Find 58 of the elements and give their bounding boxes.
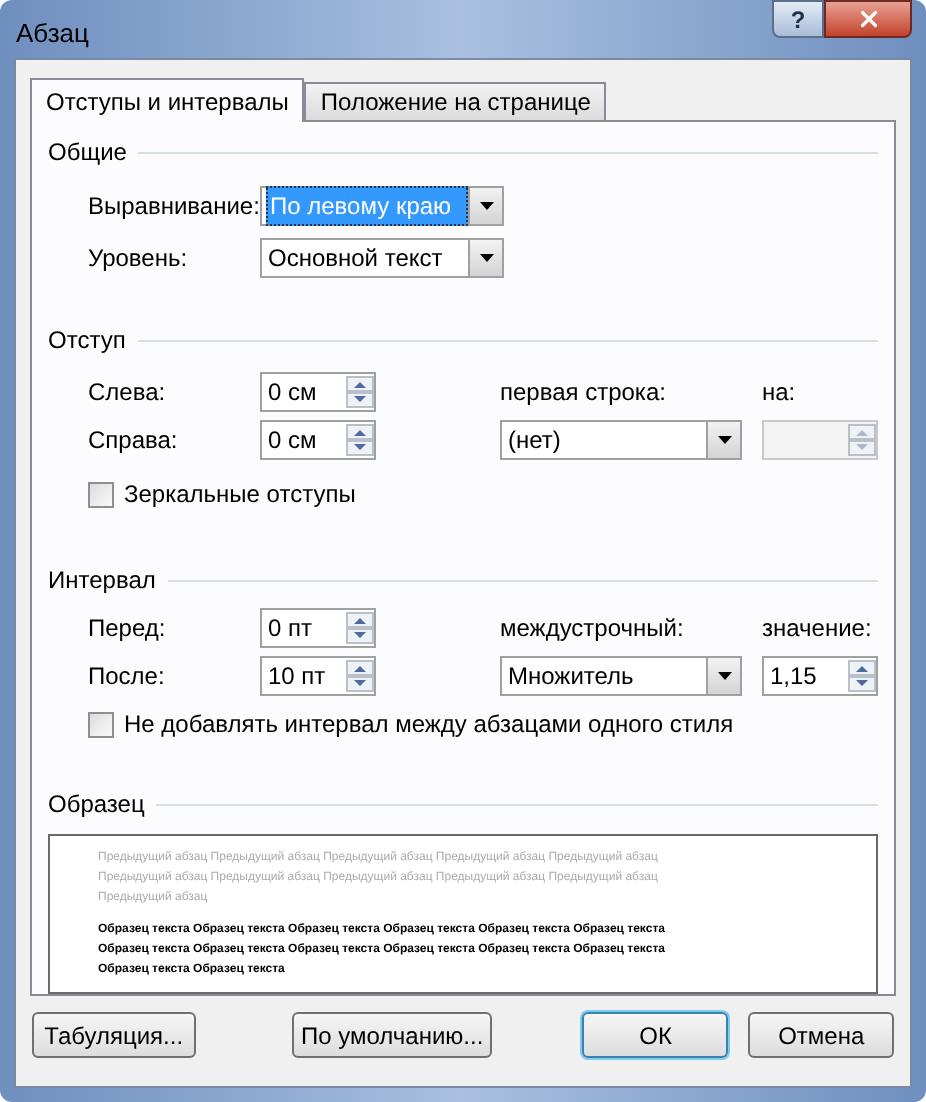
section-title: Образец <box>48 788 145 822</box>
spin-value: 0 см <box>268 376 319 410</box>
spin-arrows-icon[interactable] <box>346 660 374 692</box>
field-label: Слева: <box>88 376 168 410</box>
tab[interactable]: Положение на странице <box>304 82 607 120</box>
dialog-button[interactable]: Отмена <box>748 1012 894 1058</box>
spin-arrows-icon[interactable] <box>346 612 374 644</box>
checkbox[interactable] <box>88 481 114 507</box>
spin-field[interactable]: 0 см <box>260 420 376 460</box>
dropdown-value: Основной текст <box>266 242 445 276</box>
dropdown-button[interactable] <box>706 658 740 694</box>
dropdown-value: (нет) <box>506 424 563 458</box>
close-icon <box>855 6 881 32</box>
spin-value: 1,15 <box>770 660 819 694</box>
tab[interactable]: Отступы и интервалы <box>30 78 305 122</box>
spin-value: 10 пт <box>268 660 328 694</box>
dropdown-arrow-icon <box>717 436 731 444</box>
dropdown-value: По левому краю <box>266 186 468 226</box>
spin-value: 0 см <box>268 424 319 458</box>
field-label: первая строка: <box>500 376 668 410</box>
dropdown[interactable]: (нет) <box>500 420 742 460</box>
field-label: Справа: <box>88 424 180 458</box>
checkbox[interactable] <box>88 711 114 737</box>
field-label: После: <box>88 660 167 694</box>
dropdown[interactable]: Основной текст <box>260 238 504 278</box>
dropdown-arrow-icon <box>479 254 493 262</box>
dropdown-button[interactable] <box>706 422 740 458</box>
dropdown[interactable]: Множитель <box>500 656 742 696</box>
field-label: Перед: <box>88 612 168 646</box>
help-button[interactable]: ? <box>772 0 824 38</box>
dialog-button[interactable]: Табуляция... <box>32 1012 196 1058</box>
section-title: Отступ <box>48 324 126 358</box>
spin-field[interactable]: 0 пт <box>260 608 376 648</box>
dialog-button[interactable]: ОК <box>582 1012 729 1058</box>
dropdown-arrow-icon <box>479 202 493 210</box>
checkbox-label: Не добавлять интервал между абзацами одного стиля <box>124 708 734 742</box>
spin-value: 0 пт <box>268 612 315 646</box>
dropdown-value: Множитель <box>506 660 636 694</box>
spin-field[interactable]: 1,15 <box>762 656 878 696</box>
dropdown-button[interactable] <box>468 188 502 224</box>
field-label: значение: <box>762 612 872 646</box>
spin-field[interactable]: 0 см <box>260 372 376 412</box>
close-button[interactable] <box>824 0 912 38</box>
dropdown-button[interactable] <box>468 240 502 276</box>
field-label: Уровень: <box>88 242 190 276</box>
window-title: Абзац <box>16 16 89 52</box>
field-label: Выравнивание: <box>88 190 260 224</box>
spin-arrows-icon[interactable] <box>346 424 374 456</box>
field-label: на: <box>762 376 796 410</box>
dialog-button[interactable]: По умолчанию... <box>291 1012 493 1058</box>
section-title: Интервал <box>48 564 156 598</box>
field-label: междустрочный: <box>500 612 686 646</box>
spin-arrows-icon[interactable] <box>848 660 876 692</box>
spin-field[interactable]: 10 пт <box>260 656 376 696</box>
spin-arrows-icon[interactable] <box>346 376 374 408</box>
dropdown-arrow-icon <box>717 672 731 680</box>
checkbox-label: Зеркальные отступы <box>124 478 356 512</box>
section-title: Общие <box>48 136 127 170</box>
